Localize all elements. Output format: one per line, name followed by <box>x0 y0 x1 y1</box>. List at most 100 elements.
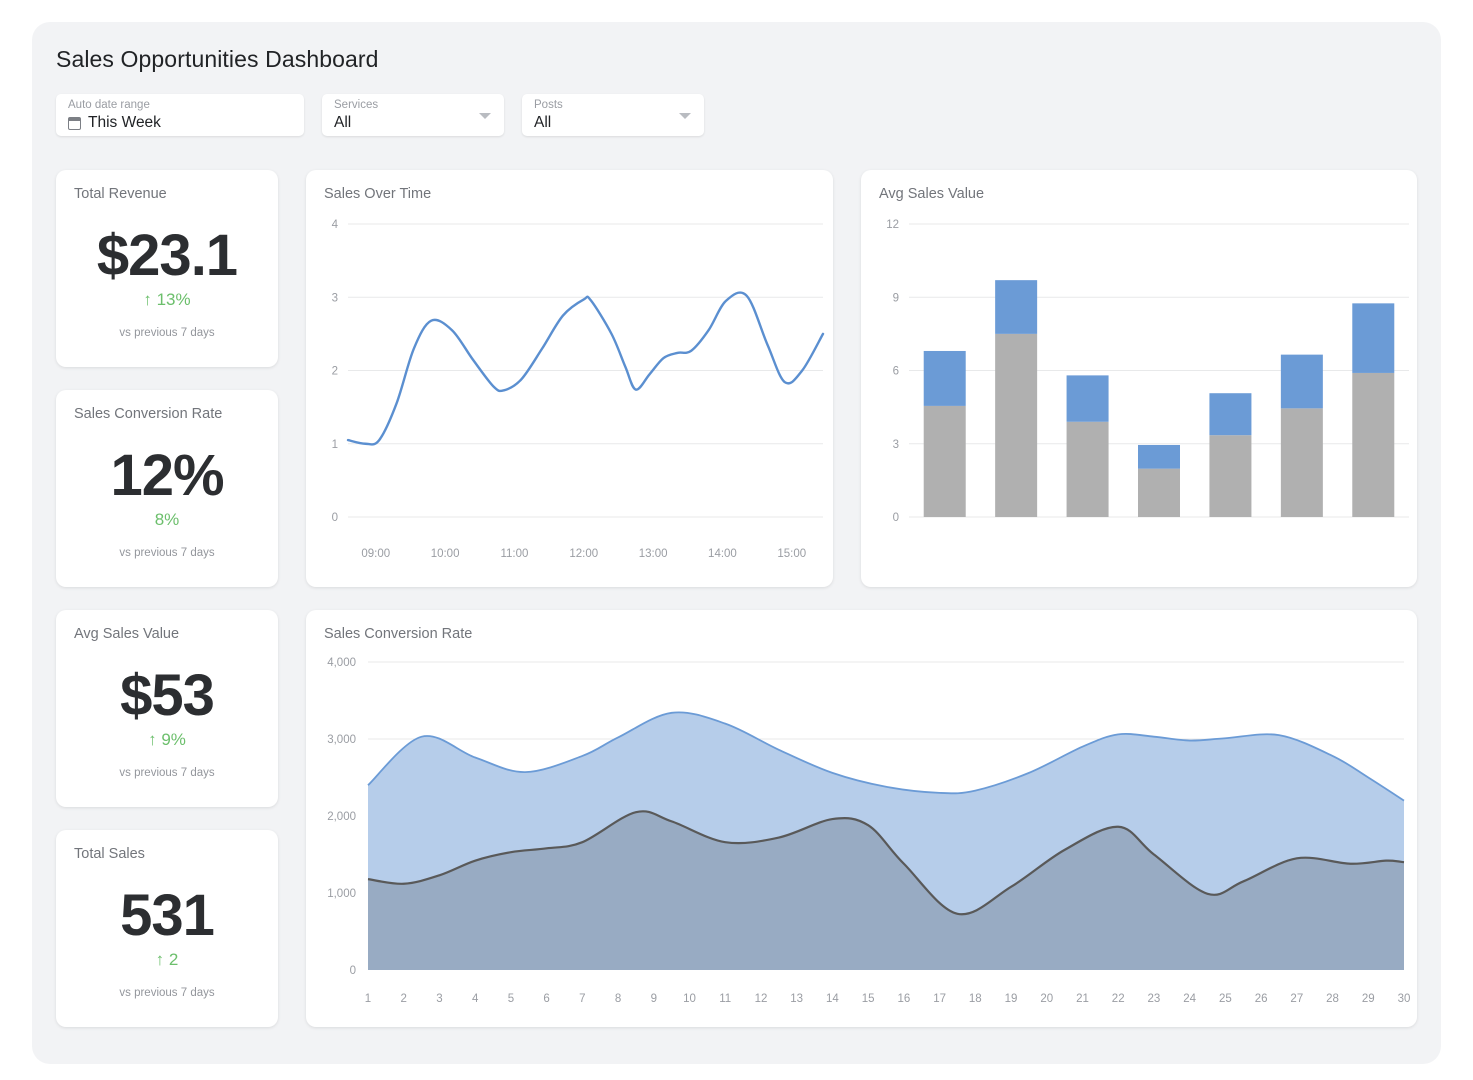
axis-tick-label: 6 <box>893 366 899 378</box>
axis-tick-label: 4 <box>472 993 479 1005</box>
axis-tick-label: 12:00 <box>569 548 598 560</box>
kpi-value: $23.1 <box>56 222 278 289</box>
axis-tick-label: 13 <box>790 993 803 1005</box>
kpi-subtext: vs previous 7 days <box>56 547 278 559</box>
axis-tick-label: 4 <box>332 219 339 231</box>
axis-tick-label: 10:00 <box>431 548 460 560</box>
bar-segment-base[interactable] <box>1067 422 1109 517</box>
filter-posts-value: All <box>534 114 551 132</box>
dashboard-page: Sales Opportunities Dashboard Auto date … <box>0 0 1473 1080</box>
axis-tick-label: 2,000 <box>327 811 356 823</box>
filter-posts[interactable]: Posts All <box>522 94 704 136</box>
axis-tick-label: 3 <box>436 993 442 1005</box>
filter-date-range-value: This Week <box>88 114 161 132</box>
axis-tick-label: 10 <box>683 993 696 1005</box>
axis-tick-label: 11 <box>719 993 731 1005</box>
axis-tick-label: 9 <box>651 993 657 1005</box>
panel-avg-sales-value: Avg Sales Value 0 3 6 9 12 <box>861 170 1417 587</box>
sales-over-time-chart[interactable]: 0123409:0010:0011:0012:0013:0014:0015:00 <box>306 212 833 582</box>
bar-segment-base[interactable] <box>1281 408 1323 517</box>
axis-tick-label: 26 <box>1255 993 1268 1005</box>
kpi-card-total-sales[interactable]: Total Sales 531 ↑ 2 vs previous 7 days <box>56 830 278 1027</box>
chevron-down-icon[interactable] <box>479 113 491 119</box>
bar-segment-increment[interactable] <box>1209 393 1251 435</box>
page-title: Sales Opportunities Dashboard <box>56 46 379 73</box>
axis-tick-label: 14:00 <box>708 548 737 560</box>
kpi-card-avg-sales-value[interactable]: Avg Sales Value $53 ↑ 9% vs previous 7 d… <box>56 610 278 807</box>
axis-tick-label: 20 <box>1040 993 1053 1005</box>
panel-title: Sales Over Time <box>324 186 431 202</box>
filter-services-value: All <box>334 114 351 132</box>
axis-tick-label: 9 <box>893 292 899 304</box>
kpi-delta: 8% <box>56 510 278 530</box>
axis-tick-label: 27 <box>1290 993 1303 1005</box>
axis-tick-label: 29 <box>1362 993 1375 1005</box>
bar-segment-increment[interactable] <box>924 351 966 406</box>
bar-segment-base[interactable] <box>1352 373 1394 517</box>
filter-posts-label: Posts <box>534 99 563 111</box>
axis-tick-label: 11:00 <box>500 548 528 560</box>
bar-segment-base[interactable] <box>995 334 1037 517</box>
bar-segment-increment[interactable] <box>1281 355 1323 409</box>
kpi-value: 12% <box>56 442 278 509</box>
kpi-subtext: vs previous 7 days <box>56 767 278 779</box>
sales-conversion-rate-chart[interactable]: 01,0002,0003,0004,0001234567891011121314… <box>306 648 1417 1023</box>
panel-title: Avg Sales Value <box>879 186 984 202</box>
axis-tick-label: 0 <box>350 965 356 977</box>
bar-segment-increment[interactable] <box>1067 375 1109 421</box>
line-series-sales <box>348 293 823 445</box>
axis-tick-label: 3 <box>893 439 899 451</box>
axis-tick-label: 3,000 <box>327 734 356 746</box>
bar-segment-base[interactable] <box>1138 469 1180 517</box>
axis-tick-label: 0 <box>332 512 338 524</box>
axis-tick-label: 1 <box>365 993 371 1005</box>
axis-tick-label: 21 <box>1076 993 1089 1005</box>
axis-tick-label: 0 <box>893 512 899 524</box>
axis-tick-label: 15:00 <box>777 548 806 560</box>
filter-date-range-label: Auto date range <box>68 99 150 111</box>
avg-sales-value-chart[interactable]: 0 3 6 9 12 <box>861 212 1417 582</box>
dashboard-container: Sales Opportunities Dashboard Auto date … <box>32 22 1441 1064</box>
axis-tick-label: 8 <box>615 993 621 1005</box>
axis-tick-label: 17 <box>933 993 946 1005</box>
chevron-down-icon[interactable] <box>679 113 691 119</box>
axis-tick-label: 23 <box>1148 993 1161 1005</box>
bar-segment-base[interactable] <box>924 406 966 517</box>
panel-title: Sales Conversion Rate <box>324 626 472 642</box>
filter-date-range[interactable]: Auto date range This Week <box>56 94 304 136</box>
calendar-icon <box>68 117 81 130</box>
kpi-delta: ↑ 9% <box>56 730 278 750</box>
panel-sales-over-time: Sales Over Time 0123409:0010:0011:0012:0… <box>306 170 833 587</box>
bar-segment-increment[interactable] <box>1138 445 1180 469</box>
axis-tick-label: 25 <box>1219 993 1232 1005</box>
axis-tick-label: 14 <box>826 993 839 1005</box>
axis-tick-label: 2 <box>332 366 338 378</box>
axis-tick-label: 16 <box>897 993 910 1005</box>
kpi-subtext: vs previous 7 days <box>56 327 278 339</box>
axis-tick-label: 7 <box>579 993 585 1005</box>
axis-tick-label: 19 <box>1005 993 1018 1005</box>
axis-tick-label: 3 <box>332 292 338 304</box>
axis-tick-label: 30 <box>1398 993 1411 1005</box>
axis-tick-label: 1 <box>332 439 338 451</box>
kpi-title: Avg Sales Value <box>74 626 179 642</box>
axis-tick-label: 4,000 <box>327 657 356 669</box>
bar-segment-base[interactable] <box>1209 435 1251 517</box>
kpi-subtext: vs previous 7 days <box>56 987 278 999</box>
axis-tick-label: 18 <box>969 993 982 1005</box>
kpi-card-sales-conversion-rate[interactable]: Sales Conversion Rate 12% 8% vs previous… <box>56 390 278 587</box>
panel-sales-conversion-rate: Sales Conversion Rate 01,0002,0003,0004,… <box>306 610 1417 1027</box>
bar-segment-increment[interactable] <box>1352 303 1394 373</box>
axis-tick-label: 13:00 <box>639 548 668 560</box>
kpi-title: Total Sales <box>74 846 145 862</box>
axis-tick-label: 5 <box>508 993 514 1005</box>
axis-tick-label: 12 <box>886 219 899 231</box>
kpi-card-total-revenue[interactable]: Total Revenue $23.1 ↑ 13% vs previous 7 … <box>56 170 278 367</box>
kpi-value: $53 <box>56 662 278 729</box>
filter-services[interactable]: Services All <box>322 94 504 136</box>
filter-date-range-value-wrap: This Week <box>68 114 161 132</box>
axis-tick-label: 6 <box>543 993 549 1005</box>
axis-tick-label: 12 <box>755 993 768 1005</box>
kpi-title: Sales Conversion Rate <box>74 406 222 422</box>
bar-segment-increment[interactable] <box>995 280 1037 334</box>
